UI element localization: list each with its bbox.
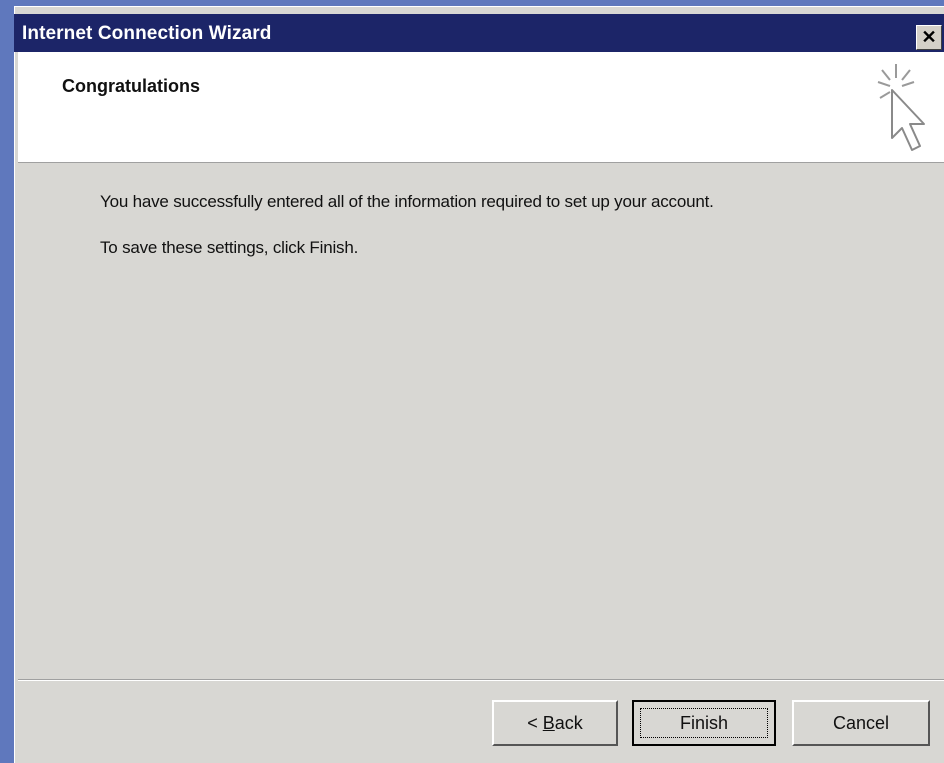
wizard-cursor-sparkle-icon: [877, 64, 925, 151]
back-button-prefix: <: [527, 712, 543, 733]
finish-instruction: To save these settings, click Finish.: [100, 238, 359, 257]
button-separator: [18, 679, 944, 681]
wizard-window: Internet Connection Wizard ✕ Congratulat…: [14, 6, 944, 763]
wizard-content: You have successfully entered all of the…: [18, 163, 944, 683]
focus-rectangle: [640, 708, 768, 738]
page-title: Congratulations: [62, 76, 200, 96]
back-button-accelerator: B: [542, 712, 555, 733]
finish-button[interactable]: Finish: [632, 700, 776, 746]
wizard-header: Congratulations: [18, 52, 944, 163]
title-bar[interactable]: Internet Connection Wizard ✕: [14, 14, 944, 52]
close-icon: ✕: [921, 27, 937, 47]
close-button[interactable]: ✕: [916, 25, 942, 50]
success-message: You have successfully entered all of the…: [100, 192, 714, 211]
cancel-button-label: Cancel: [832, 712, 890, 733]
back-button-label: ack: [554, 712, 583, 733]
window-title: Internet Connection Wizard: [22, 23, 272, 44]
back-button[interactable]: < Back: [492, 700, 618, 746]
cancel-button[interactable]: Cancel: [792, 700, 930, 746]
